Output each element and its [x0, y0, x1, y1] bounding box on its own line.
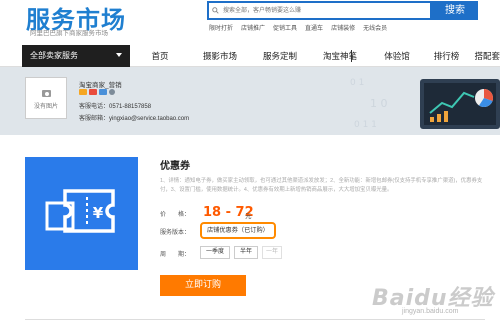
nav-item-bundle[interactable]: 搭配套餐 — [469, 45, 500, 67]
shop-badges — [79, 89, 115, 95]
hot-link-item[interactable]: 限时打折 — [209, 23, 233, 32]
search-input[interactable] — [209, 3, 430, 18]
period-option-quarter[interactable]: 一季度 — [200, 246, 230, 259]
phone-label: 客服电话： — [79, 104, 110, 110]
hot-links: 限时打折 店铺推广 促销工具 直通车 店铺装修 无线会员 — [209, 23, 387, 32]
version-option-selected[interactable]: 店铺优惠券（已订购） — [200, 222, 276, 239]
shop-image-placeholder: 没有图片 — [25, 77, 67, 119]
shop-email-row: 客服邮箱：yingxiao@service.taobao.com — [79, 113, 189, 122]
svg-text:0 1: 0 1 — [350, 78, 364, 88]
baidu-watermark-url: jingyan.baidu.com — [402, 308, 459, 315]
period-label: 周 期： — [160, 252, 191, 258]
order-now-button[interactable]: 立即订购 — [160, 275, 246, 296]
product-image: ¥ — [25, 157, 138, 270]
site-header: 服务市场 阿里巴巴旗下商家服务市场 搜索 限时打折 店铺推广 促销工具 直通车 … — [0, 0, 500, 45]
shop-phone-row: 客服电话：0571-88157858 — [79, 101, 151, 110]
search-button[interactable]: 搜索 — [432, 1, 478, 20]
no-image-text: 没有图片 — [33, 104, 58, 110]
nav-divider — [351, 50, 352, 62]
camera-icon — [42, 90, 51, 97]
search-box — [207, 1, 432, 20]
hot-link-item[interactable]: 店铺推广 — [241, 23, 265, 32]
nav-item-home[interactable]: 首页 — [130, 45, 190, 67]
hot-link-item[interactable]: 直通车 — [305, 23, 323, 32]
coupon-ticket-icon: ¥ — [45, 189, 115, 233]
main-nav: 全部卖家服务 首页 摄影市场 服务定制 淘宝神笔 体验馆 排行榜 搭配套餐 — [0, 45, 500, 67]
nav-item-experience[interactable]: 体验馆 — [370, 45, 424, 67]
seller-badge-icon — [89, 89, 97, 95]
shop-name[interactable]: 淘宝商家_营销 — [79, 79, 122, 89]
hot-link-item[interactable]: 店铺装修 — [331, 23, 355, 32]
svg-text:1 0: 1 0 — [370, 97, 388, 110]
service-badge-icon — [99, 89, 107, 95]
nav-item-ranking[interactable]: 排行榜 — [424, 45, 469, 67]
hot-link-item[interactable]: 无线会员 — [363, 23, 387, 32]
phone-value: 0571-88157858 — [109, 104, 152, 110]
section-divider — [25, 319, 485, 320]
period-option-year[interactable]: 一年 — [262, 246, 282, 259]
svg-text:0 1 1: 0 1 1 — [354, 120, 377, 130]
banner-analytics-illustration: 0 1 1 0 0 1 1 — [350, 78, 500, 130]
product-title: 优惠券 — [160, 161, 190, 172]
all-services-label: 全部卖家服务 — [30, 51, 78, 60]
nav-item-custom-service[interactable]: 服务定制 — [250, 45, 310, 67]
nav-item-shenbi[interactable]: 淘宝神笔 — [310, 45, 370, 67]
email-label: 客服邮箱： — [79, 116, 110, 122]
credit-badge-icon — [79, 89, 87, 95]
hot-link-item[interactable]: 促销工具 — [273, 23, 297, 32]
verified-badge-icon — [109, 89, 115, 95]
all-services-menu[interactable]: 全部卖家服务 — [22, 45, 130, 67]
email-value: yingxiao@service.taobao.com — [109, 116, 190, 122]
product-description: 1、详情：通知电子券，做买家主动领取，也可通过其他渠道派发放发；2、全新功能：新… — [160, 178, 483, 193]
nav-items: 首页 摄影市场 服务定制 淘宝神笔 体验馆 排行榜 搭配套餐 — [130, 45, 500, 67]
shop-banner: 0 1 1 0 0 1 1 — [0, 67, 500, 135]
nav-item-photography[interactable]: 摄影市场 — [190, 45, 250, 67]
chevron-down-icon — [116, 53, 122, 57]
site-slogan: 阿里巴巴旗下商家服务市场 — [30, 30, 108, 37]
price-label: 价 格： — [160, 212, 191, 218]
svg-text:¥: ¥ — [93, 204, 104, 222]
price-unit: 元 — [245, 213, 252, 220]
period-option-half-year[interactable]: 半年 — [234, 246, 258, 259]
version-label: 服务版本： — [160, 230, 191, 236]
